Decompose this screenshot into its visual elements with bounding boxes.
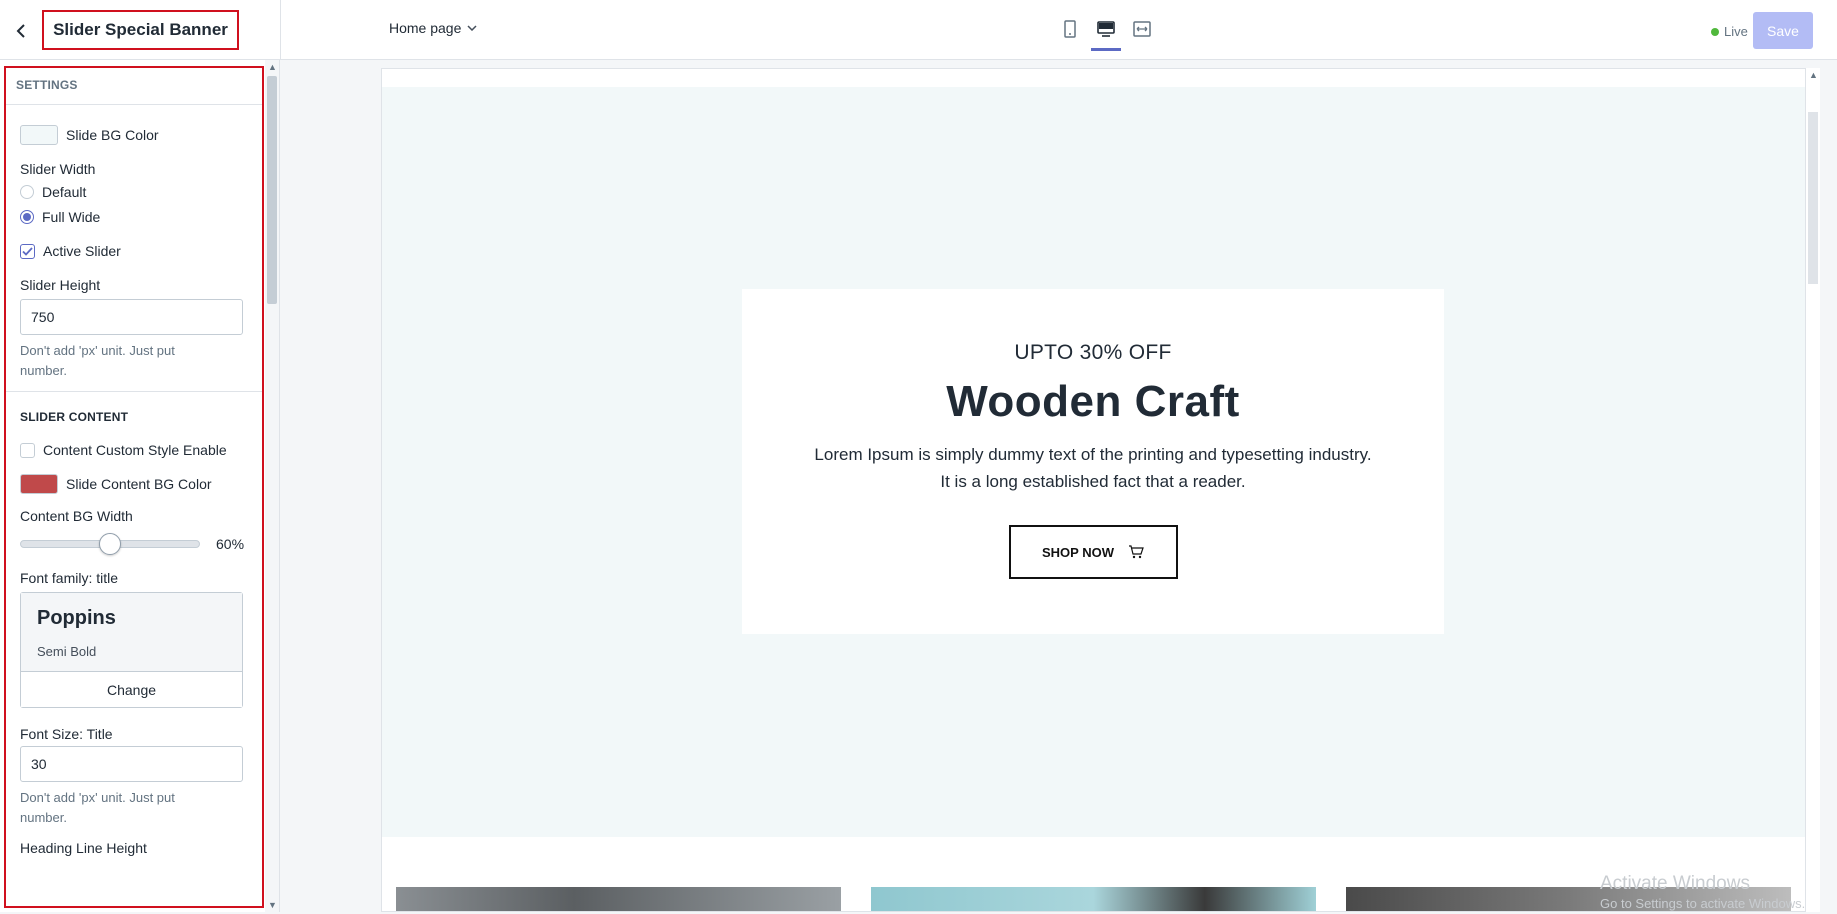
slide-bg-color-label: Slide BG Color [66,127,159,143]
section-title: Slider Special Banner [42,10,239,50]
preview-scrollbar[interactable]: ▲ [1806,68,1820,912]
slider-description: Lorem Ipsum is simply dummy text of the … [814,445,1372,491]
desktop-view-icon [1097,21,1115,37]
mobile-view-icon [1064,20,1076,38]
content-custom-style-label: Content Custom Style Enable [43,442,227,458]
fullscreen-view-icon [1133,21,1151,37]
page-select[interactable]: Home page [389,20,477,36]
font-change-button[interactable]: Change [21,672,242,707]
slider-heading: Wooden Craft [946,377,1240,426]
slider-content-box: UPTO 30% OFF Wooden Craft Lorem Ipsum is… [742,289,1444,634]
view-toggle [1058,14,1154,51]
slider-content-heading: SLIDER CONTENT [20,410,129,424]
font-preview: Poppins Semi Bold [21,593,242,672]
scroll-up-icon[interactable]: ▲ [1809,70,1818,80]
width-option-full-wide[interactable]: Full Wide [20,209,248,225]
font-weight: Semi Bold [37,644,97,659]
settings-sidebar: SETTINGS Slide BG Color Slider Width Def… [0,60,280,912]
settings-heading: SETTINGS [6,68,262,105]
windows-watermark: Activate Windows Go to Settings to activ… [1600,874,1805,914]
save-button[interactable]: Save [1753,12,1813,49]
chevron-down-icon [467,25,477,31]
sidebar-scrollbar[interactable]: ▲ ▼ [265,60,279,912]
mobile-view-button[interactable] [1058,14,1082,50]
slide-content-bg-color-label: Slide Content BG Color [66,476,212,492]
slider-width-label: Slider Width [20,161,96,177]
watermark-title: Activate Windows [1600,873,1750,894]
preview-scroll-thumb[interactable] [1808,112,1818,284]
content-bg-width-label: Content BG Width [20,508,133,524]
slide-content-bg-color-setting[interactable]: Slide Content BG Color [20,474,248,494]
content-custom-style-setting[interactable]: Content Custom Style Enable [20,442,248,458]
font-size-help: Don't add 'px' unit. Just put number. [20,790,175,825]
shop-now-label: SHOP NOW [1042,544,1114,560]
slider-height-input[interactable]: 750 [20,299,243,335]
desktop-view-button[interactable] [1091,14,1121,51]
live-dot-icon [1711,27,1719,36]
font-name: Poppins [37,607,116,629]
chevron-left-icon [16,24,25,38]
watermark-subtitle: Go to Settings to activate Windows. [1600,896,1806,911]
theme-preview: UPTO 30% OFF Wooden Craft Lorem Ipsum is… [381,68,1806,912]
cart-icon [1129,545,1144,559]
content-bg-width-slider: 60% [20,533,248,555]
content-custom-style-checkbox[interactable] [20,442,35,458]
slide-bg-color-swatch[interactable] [20,125,58,145]
slider-height-label: Slider Height [20,277,101,293]
content-bg-width-value: 60% [216,536,245,552]
slider-height-help: Don't add 'px' unit. Just put number. [20,343,175,378]
divider [280,0,281,60]
font-size-title-input[interactable]: 30 [20,746,243,782]
thumbnail-image [396,887,841,911]
sidebar-scroll-thumb[interactable] [267,76,277,304]
width-option-full-wide-label: Full Wide [42,209,101,225]
active-slider-checkbox[interactable] [20,243,35,259]
back-button[interactable] [10,18,32,44]
radio-full-wide[interactable] [20,210,34,224]
slide-bg-color-setting[interactable]: Slide BG Color [20,125,248,145]
live-label: Live [1724,24,1748,39]
font-picker: Poppins Semi Bold Change [20,592,243,708]
checkmark-icon [22,246,33,256]
fullscreen-view-button[interactable] [1130,14,1154,50]
radio-default[interactable] [20,185,34,199]
width-option-default[interactable]: Default [20,184,248,200]
product-thumbnails [396,887,1791,911]
live-status: Live [1711,24,1748,39]
slider-background: UPTO 30% OFF Wooden Craft Lorem Ipsum is… [382,87,1805,837]
top-bar: Slider Special Banner Home page Live Sav… [0,0,1837,60]
thumbnail-image [871,887,1316,911]
heading-line-height-label: Heading Line Height [20,840,147,856]
active-slider-label: Active Slider [43,243,121,259]
settings-panel: SETTINGS Slide BG Color Slider Width Def… [4,66,264,908]
slider-subtitle: UPTO 30% OFF [1014,341,1172,364]
font-size-title-label: Font Size: Title [20,726,113,742]
font-family-label: Font family: title [20,570,119,586]
range-thumb[interactable] [99,533,121,555]
scroll-up-icon[interactable]: ▲ [268,62,277,72]
scroll-down-icon[interactable]: ▼ [268,900,277,910]
width-option-default-label: Default [42,184,87,200]
shop-now-button[interactable]: SHOP NOW [1008,525,1178,579]
slide-content-bg-color-swatch[interactable] [20,474,58,494]
active-slider-setting[interactable]: Active Slider [20,243,248,259]
page-select-label: Home page [389,20,462,36]
range-track[interactable] [20,533,200,555]
